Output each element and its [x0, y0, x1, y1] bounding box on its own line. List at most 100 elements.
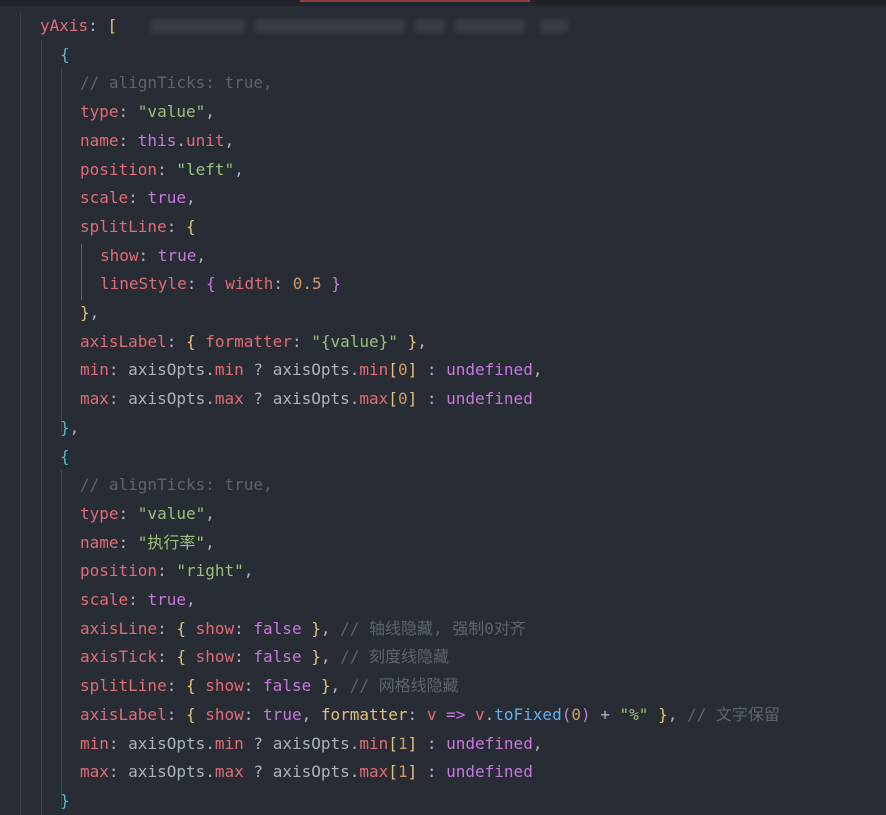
code-token: lineStyle [100, 274, 187, 293]
code-line[interactable]: splitLine: { show: false }, // 网格线隐藏 [80, 672, 459, 700]
code-token: : [118, 102, 138, 121]
code-token: , [185, 590, 196, 609]
code-token: { [60, 447, 70, 466]
code-line[interactable]: name: "执行率", [80, 529, 215, 557]
code-token: : [234, 619, 254, 638]
code-line[interactable]: max: axisOpts.max ? axisOpts.max[1] : un… [80, 758, 533, 786]
code-line[interactable]: } [60, 787, 70, 815]
code-line[interactable]: show: true, [100, 242, 206, 270]
code-token: splitLine [80, 217, 167, 236]
code-line[interactable]: axisLabel: { show: true, formatter: v =>… [80, 701, 780, 729]
code-line[interactable]: // alignTicks: true, [80, 471, 273, 499]
code-token: . [205, 734, 215, 753]
code-line[interactable]: }, [80, 299, 99, 327]
code-line[interactable]: position: "right", [80, 557, 253, 585]
code-line[interactable]: { [60, 41, 70, 69]
code-line[interactable]: // alignTicks: true, [80, 69, 273, 97]
code-token: : [186, 274, 206, 293]
code-token: // alignTicks: true, [80, 475, 273, 494]
code-token: + [590, 705, 620, 724]
code-line[interactable]: splitLine: { [80, 213, 196, 241]
code-token: : [273, 274, 293, 293]
code-token: axisOpts [272, 360, 350, 379]
code-token: } [407, 332, 418, 351]
code-token: { [176, 619, 186, 638]
code-token: . [349, 389, 360, 408]
code-token: , [205, 533, 215, 552]
code-line[interactable]: type: "value", [80, 98, 215, 126]
indent-guide [41, 40, 42, 815]
code-token: , [667, 705, 687, 724]
code-token: } [658, 705, 668, 724]
code-token: , [320, 647, 341, 666]
code-token: min [214, 734, 244, 753]
code-token: width [225, 274, 274, 293]
code-token: true [157, 246, 197, 265]
code-line[interactable]: max: axisOpts.max ? axisOpts.max[0] : un… [80, 385, 533, 413]
code-token: false [253, 619, 302, 638]
code-token: { [185, 332, 196, 351]
code-line[interactable]: name: this.unit, [80, 127, 234, 155]
code-line[interactable]: position: "left", [80, 156, 244, 184]
code-line[interactable]: yAxis: [ [40, 12, 117, 40]
code-token: : [128, 590, 148, 609]
code-token: } [320, 676, 331, 695]
code-token: 1 [397, 762, 408, 781]
code-token: : [138, 246, 158, 265]
code-token: : [157, 561, 177, 580]
code-token: show [195, 619, 235, 638]
code-token: : [118, 504, 138, 523]
code-token: name [80, 533, 119, 552]
code-line[interactable]: lineStyle: { width: 0.5 } [100, 270, 341, 298]
code-token: "left" [176, 160, 235, 179]
code-editor[interactable]: yAxis: [{// alignTicks: true, type: "valu… [0, 12, 886, 815]
code-token: } [80, 303, 90, 322]
code-token: , [417, 332, 427, 351]
code-token: , [185, 188, 196, 207]
code-token: : [108, 389, 129, 408]
code-token: true [147, 188, 186, 207]
code-token: axisOpts [272, 734, 350, 753]
code-token: scale [80, 188, 129, 207]
code-token: axisOpts [128, 360, 206, 379]
code-token: [ [107, 16, 118, 35]
code-token: show [195, 647, 235, 666]
code-line[interactable]: { [60, 443, 70, 471]
code-token: undefined [446, 734, 533, 753]
code-token: "%" [619, 705, 649, 724]
code-token: axisLine [80, 619, 158, 638]
indent-guide [61, 68, 62, 432]
code-token: axisOpts [128, 734, 206, 753]
code-token: : [166, 676, 186, 695]
code-line[interactable]: axisLine: { show: false }, // 轴线隐藏, 强制0对… [80, 615, 526, 643]
code-token: this [137, 131, 177, 150]
redacted-region [455, 19, 525, 33]
code-line[interactable]: axisLabel: { formatter: "{value}" }, [80, 328, 427, 356]
code-token: ] [407, 734, 418, 753]
code-line[interactable]: min: axisOpts.min ? axisOpts.min[1] : un… [80, 730, 542, 758]
code-line[interactable]: }, [60, 414, 79, 442]
code-token: // alignTicks: true, [80, 73, 273, 92]
code-line[interactable]: axisTick: { show: false }, // 刻度线隐藏 [80, 643, 449, 671]
title-strip-panel [536, 0, 886, 6]
code-token: . [205, 360, 215, 379]
code-line[interactable]: min: axisOpts.min ? axisOpts.min[0] : un… [80, 356, 542, 384]
code-token: , [532, 360, 543, 379]
code-token: 0.5 [292, 274, 322, 293]
code-token: { [205, 274, 216, 293]
code-token: : [108, 360, 129, 379]
code-line[interactable]: scale: true, [80, 586, 196, 614]
code-token: , [234, 160, 244, 179]
code-token: . [349, 762, 360, 781]
indent-guide [20, 12, 21, 815]
code-line[interactable]: scale: true, [80, 184, 196, 212]
code-token: formatter [320, 705, 408, 724]
code-token: . [484, 705, 495, 724]
code-token: // 网格线隐藏 [349, 676, 459, 695]
code-token: . [176, 131, 186, 150]
code-token: { [185, 705, 196, 724]
code-token: } [311, 647, 321, 666]
code-line[interactable]: type: "value", [80, 500, 215, 528]
